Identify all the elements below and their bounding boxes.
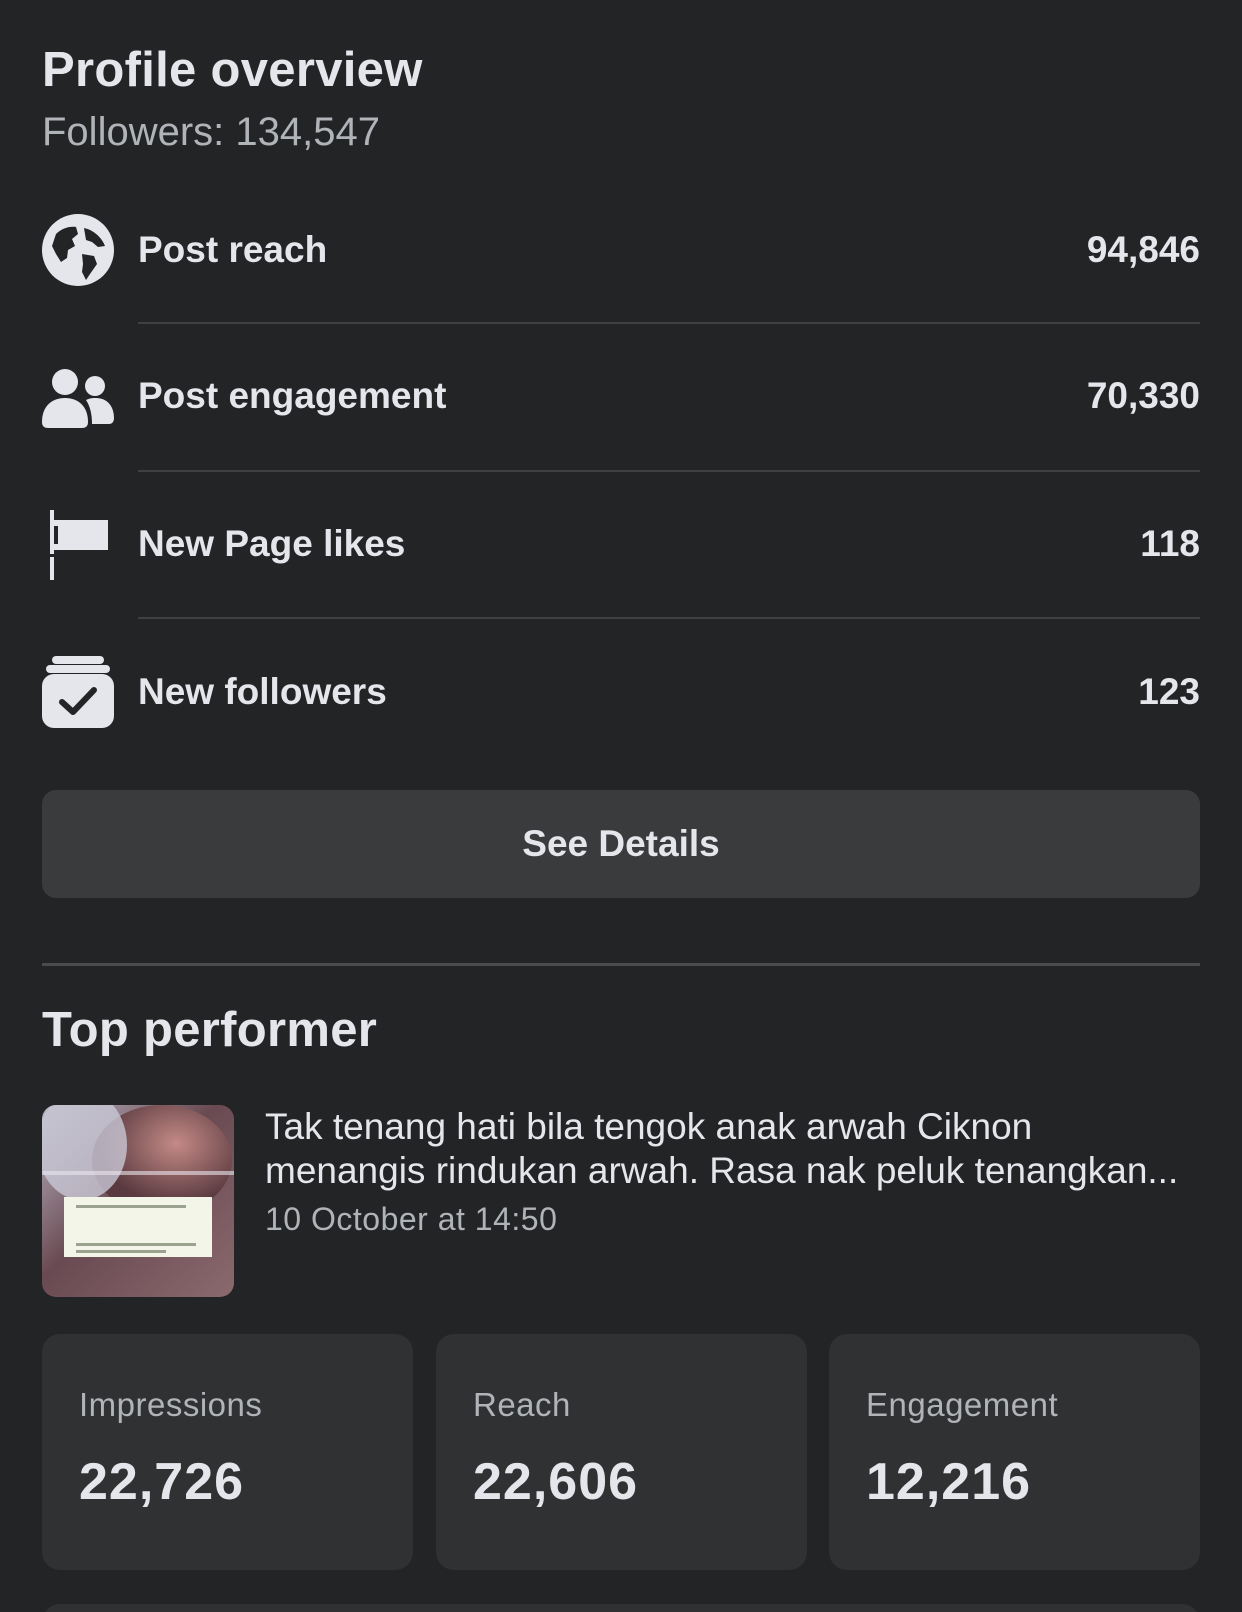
- metric-label: New Page likes: [138, 523, 406, 564]
- metric-value: 94,846: [1086, 229, 1200, 270]
- followers-count: Followers: 134,547: [42, 110, 380, 154]
- metric-row-post-reach[interactable]: Post reach 94,846: [42, 200, 1200, 300]
- metric-label: Post reach: [138, 229, 328, 270]
- post-thumbnail[interactable]: [42, 1105, 234, 1297]
- stat-label: Reach: [473, 1386, 571, 1423]
- page: Profile overview Followers: 134,547 Post…: [0, 0, 1242, 1612]
- stat-card-engagement[interactable]: Engagement 12,216: [829, 1334, 1200, 1570]
- stat-card-reach[interactable]: Reach 22,606: [436, 1334, 807, 1570]
- metric-row-post-engagement[interactable]: Post engagement 70,330: [42, 346, 1200, 446]
- metric-label: New followers: [138, 671, 387, 712]
- top-performer-title: Top performer: [42, 1003, 378, 1057]
- section-divider: [42, 963, 1200, 966]
- stat-label: Engagement: [866, 1386, 1059, 1423]
- stat-value: 12,216: [866, 1453, 1032, 1511]
- metric-label: Post engagement: [138, 375, 447, 416]
- metric-row-new-followers[interactable]: New followers 123: [42, 642, 1200, 742]
- post-date: 10 October at 14:50: [265, 1201, 558, 1237]
- top-post[interactable]: Tak tenang hati bila tengok anak arwah C…: [42, 1105, 1200, 1297]
- stat-value: 22,726: [79, 1453, 245, 1511]
- stat-card-impressions[interactable]: Impressions 22,726: [42, 1334, 413, 1570]
- stat-label: Impressions: [79, 1386, 263, 1423]
- metric-value: 118: [1140, 523, 1200, 564]
- divider: [138, 617, 1200, 619]
- next-card-edge: [42, 1604, 1200, 1612]
- flag-icon: [42, 508, 114, 580]
- divider: [138, 322, 1200, 324]
- metric-value: 70,330: [1086, 375, 1200, 416]
- metric-row-new-page-likes[interactable]: New Page likes 118: [42, 494, 1200, 594]
- follow-check-icon: [42, 656, 114, 728]
- metric-value: 123: [1138, 671, 1200, 712]
- stat-value: 22,606: [473, 1453, 639, 1511]
- see-details-button[interactable]: See Details: [42, 790, 1200, 898]
- globe-icon: [42, 214, 114, 286]
- people-icon: [42, 360, 114, 432]
- divider: [138, 470, 1200, 472]
- profile-overview-title: Profile overview: [42, 43, 423, 97]
- post-text: Tak tenang hati bila tengok anak arwah C…: [265, 1106, 1179, 1191]
